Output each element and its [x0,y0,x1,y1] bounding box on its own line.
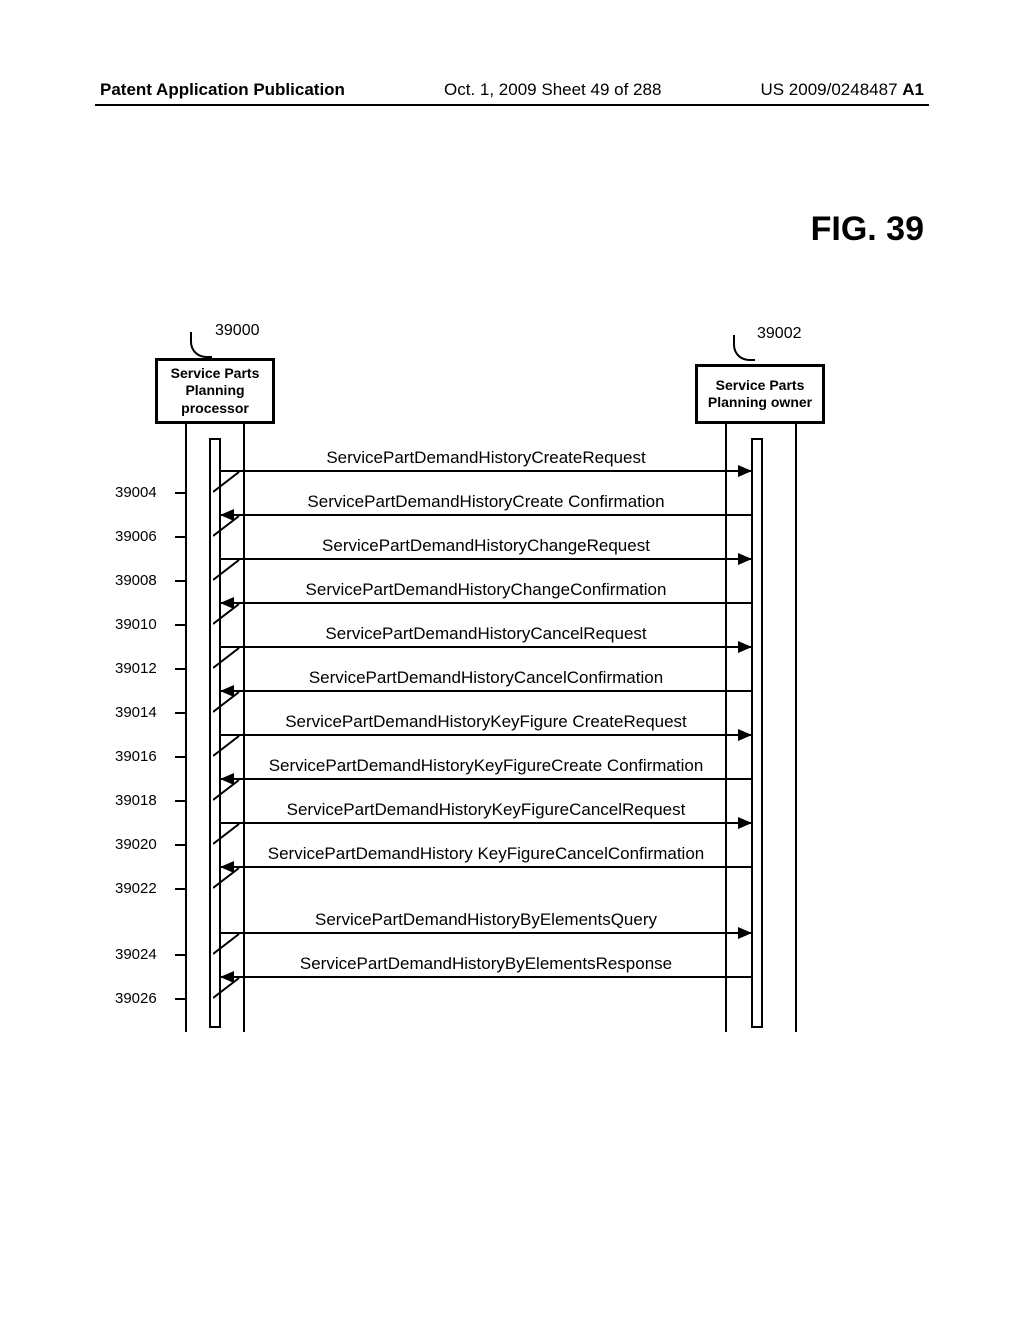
side-slash [213,978,241,1002]
message-label: ServicePartDemandHistoryCancelConfirmati… [221,668,751,688]
side-tick [175,756,185,758]
side-tick [175,536,185,538]
message-line [221,514,751,516]
side-tick [175,998,185,1000]
message-line [221,558,751,560]
arrow-right-icon [738,553,752,565]
actor-left: Service Parts Planning processor [155,358,275,424]
message-line [221,976,751,978]
header-rule [95,104,929,106]
ref-bracket-right [733,335,755,361]
message-ref: 39014 [115,704,157,721]
actor-right: Service Parts Planning owner [695,364,825,424]
message-line [221,778,751,780]
header-mid: Oct. 1, 2009 Sheet 49 of 288 [444,80,661,100]
actor-left-ref: 39000 [215,322,260,340]
message-label: ServicePartDemandHistoryChangeRequest [221,536,751,556]
message-line [221,822,751,824]
activation-right [751,438,763,1028]
side-tick [175,492,185,494]
side-tick [175,844,185,846]
message-line [221,932,751,934]
message-line [221,866,751,868]
message-line [221,690,751,692]
side-tick [175,668,185,670]
side-tick [175,800,185,802]
arrow-right-icon [738,641,752,653]
arrow-right-icon [738,729,752,741]
message-line [221,470,751,472]
message-ref: 39024 [115,946,157,963]
message-line [221,646,751,648]
message-label: ServicePartDemandHistoryByElementsQuery [221,910,751,930]
sequence-diagram: 39000 39002 Service Parts Planning proce… [115,330,885,1050]
actor-left-label: Service Parts Planning processor [166,365,264,418]
header-left: Patent Application Publication [100,80,345,100]
message-ref: 39010 [115,616,157,633]
message-label: ServicePartDemandHistoryChangeConfirmati… [221,580,751,600]
side-tick [175,954,185,956]
side-tick [175,580,185,582]
lifeline-left-a [185,424,187,1032]
side-tick [175,888,185,890]
message-label: ServicePartDemandHistoryByElementsRespon… [221,954,751,974]
arrow-right-icon [738,817,752,829]
message-ref: 39026 [115,990,157,1007]
message-label: ServicePartDemandHistoryCreateRequest [221,448,751,468]
header-kind: A1 [902,80,924,99]
message-label: ServicePartDemandHistory KeyFigureCancel… [221,844,751,864]
message-ref: 39022 [115,880,157,897]
message-ref: 39016 [115,748,157,765]
header-right: US 2009/0248487 A1 [760,80,924,100]
lifeline-right-b [795,424,797,1032]
ref-bracket-left [190,332,212,358]
side-slash [213,868,241,892]
message-ref: 39020 [115,836,157,853]
figure-title: FIG. 39 [811,210,924,249]
message-label: ServicePartDemandHistoryCreate Confirmat… [221,492,751,512]
message-ref: 39008 [115,572,157,589]
header-pubnum: US 2009/0248487 [760,80,902,99]
message-ref: 39004 [115,484,157,501]
actor-right-label: Service Parts Planning owner [706,377,814,412]
message-ref: 39006 [115,528,157,545]
page: Patent Application Publication Oct. 1, 2… [0,0,1024,1320]
arrow-right-icon [738,927,752,939]
page-header: Patent Application Publication Oct. 1, 2… [0,80,1024,100]
side-tick [175,712,185,714]
message-line [221,734,751,736]
message-label: ServicePartDemandHistoryCancelRequest [221,624,751,644]
side-tick [175,624,185,626]
message-line [221,602,751,604]
message-ref: 39012 [115,660,157,677]
message-label: ServicePartDemandHistoryKeyFigure Create… [221,712,751,732]
message-label: ServicePartDemandHistoryKeyFigureCancelR… [221,800,751,820]
arrow-right-icon [738,465,752,477]
message-label: ServicePartDemandHistoryKeyFigureCreate … [221,756,751,776]
actor-right-ref: 39002 [757,325,802,343]
message-ref: 39018 [115,792,157,809]
